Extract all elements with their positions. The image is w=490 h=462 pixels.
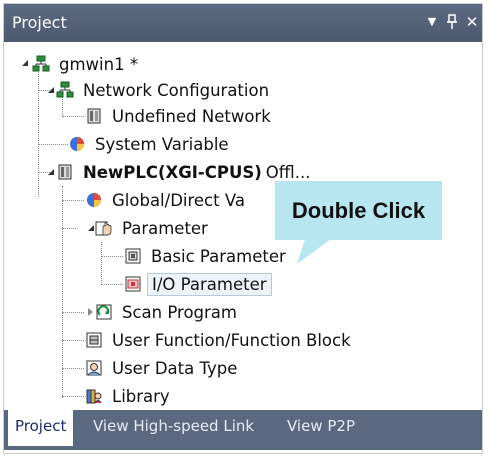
user-data-type-icon <box>86 360 102 376</box>
tree-node-label: NewPLC(XGI-CPUS) <box>83 162 262 182</box>
tree-node-label: Network Configuration <box>83 80 270 100</box>
tree-node-label: I/O Parameter <box>147 272 272 296</box>
close-icon[interactable]: ✕ <box>462 10 482 34</box>
tree-node-system-variable[interactable]: System Variable <box>68 132 233 156</box>
tree-node-status: Offl... <box>265 162 311 182</box>
tree-node-label: Undefined Network <box>112 106 271 126</box>
library-icon <box>86 389 102 404</box>
io-parameter-icon <box>125 276 141 292</box>
tree-node-undefined-network[interactable]: Undefined Network <box>85 104 275 128</box>
tree-node-newplc[interactable]: NewPLC(XGI-CPUS) Offl... <box>56 160 310 184</box>
tree-node-user-function-block[interactable]: User Function/Function Block <box>85 328 355 352</box>
plc-module-icon <box>87 108 101 124</box>
tab-project[interactable]: Project <box>8 410 74 446</box>
callout-text: Double Click <box>291 197 426 223</box>
hand-parameter-icon <box>95 221 112 236</box>
tree-node-library[interactable]: Library <box>85 384 174 408</box>
tree-node-label: System Variable <box>95 134 229 154</box>
scan-program-icon <box>96 304 112 320</box>
tab-view-p2p[interactable]: View P2P <box>280 410 362 443</box>
bottom-tab-bar: Project View High-speed Link View P2P <box>4 410 482 450</box>
tree-node-gmwin1[interactable]: gmwin1 * <box>32 52 142 76</box>
tree-node-label: gmwin1 * <box>59 54 139 74</box>
tree-node-user-data-type[interactable]: User Data Type <box>85 356 241 380</box>
panel-titlebar: Project ▼ ✕ <box>4 4 482 42</box>
tree-node-basic-parameter[interactable]: Basic Parameter <box>124 244 290 268</box>
tree-node-label: Global/Direct Va <box>112 190 245 210</box>
basic-parameter-icon <box>125 248 141 264</box>
tree-node-parameter[interactable]: Parameter <box>95 216 212 240</box>
expander-network-configuration[interactable] <box>44 84 56 96</box>
tab-view-high-speed-link[interactable]: View High-speed Link <box>86 410 261 443</box>
tree-node-label: Basic Parameter <box>151 246 286 266</box>
system-variable-icon <box>70 137 84 151</box>
tree-node-io-parameter[interactable]: I/O Parameter <box>124 272 272 296</box>
tree-node-label: Library <box>112 386 170 406</box>
plc-module-icon <box>58 164 72 180</box>
double-click-callout: Double Click <box>275 181 442 240</box>
network-icon <box>56 81 74 98</box>
project-network-icon <box>32 55 50 72</box>
tree-node-global-direct-variable[interactable]: Global/Direct Va <box>85 188 249 212</box>
tree-node-label: Scan Program <box>122 302 237 322</box>
expander-newplc[interactable] <box>44 166 56 178</box>
tree-node-network-configuration[interactable]: Network Configuration <box>56 78 273 102</box>
expander-gmwin1[interactable] <box>18 57 30 69</box>
callout-pointer <box>297 239 331 264</box>
global-variable-icon <box>87 193 101 207</box>
function-block-icon <box>86 332 102 348</box>
tree-node-label: User Function/Function Block <box>112 330 351 350</box>
dropdown-arrow-icon[interactable]: ▼ <box>422 10 442 34</box>
tree-node-label: Parameter <box>122 218 208 238</box>
tree-node-scan-program[interactable]: Scan Program <box>95 300 241 324</box>
pin-icon[interactable] <box>442 10 462 34</box>
panel-title: Project <box>12 13 67 32</box>
tree-node-label: User Data Type <box>112 358 238 378</box>
